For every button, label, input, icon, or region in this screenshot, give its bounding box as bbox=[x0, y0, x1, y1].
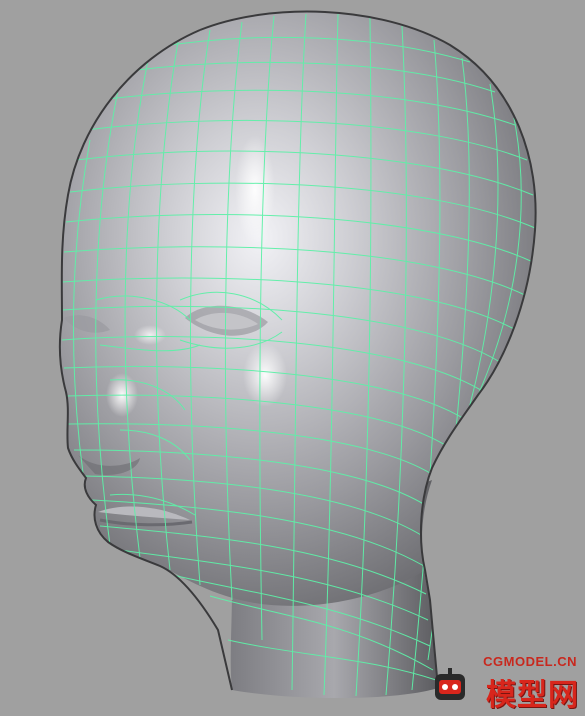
watermark-name: 模型网 bbox=[486, 678, 579, 713]
robot-logo-icon bbox=[435, 668, 465, 700]
head-model[interactable] bbox=[0, 0, 585, 716]
brow-highlight bbox=[134, 325, 166, 345]
cheek-highlight bbox=[243, 343, 287, 407]
viewport[interactable]: CGMODEL.CN 模型网 bbox=[0, 0, 585, 716]
watermark: CGMODEL.CN 模型网 bbox=[431, 654, 579, 713]
watermark-domain: CGMODEL.CN bbox=[483, 654, 577, 669]
